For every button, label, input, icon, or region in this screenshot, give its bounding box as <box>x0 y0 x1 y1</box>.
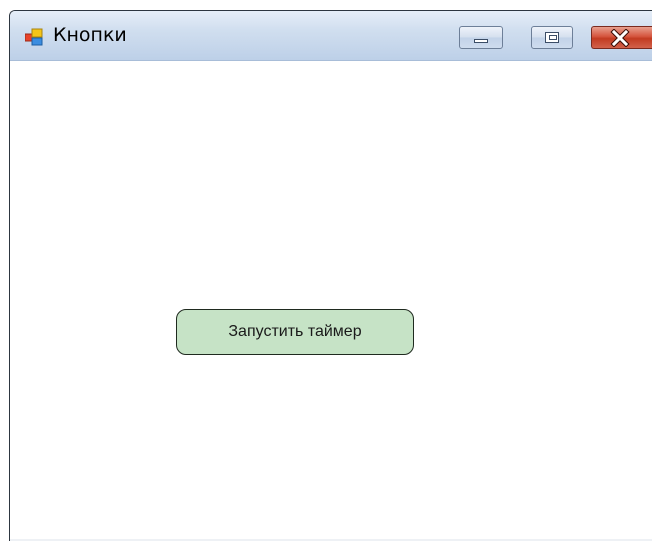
maximize-icon <box>545 32 559 43</box>
close-button[interactable] <box>591 26 652 49</box>
minimize-icon <box>474 39 488 43</box>
title-bar[interactable]: Кнопки <box>10 11 652 61</box>
form-client-area: Запустить таймер <box>10 61 652 541</box>
start-timer-button[interactable]: Запустить таймер <box>176 309 414 355</box>
app-form-icon <box>25 28 43 46</box>
minimize-button[interactable] <box>459 26 503 49</box>
window-title: Кнопки <box>53 24 127 46</box>
maximize-button[interactable] <box>531 26 573 49</box>
app-window: Кнопки Запустить таймер <box>9 10 652 541</box>
close-icon <box>610 29 630 47</box>
